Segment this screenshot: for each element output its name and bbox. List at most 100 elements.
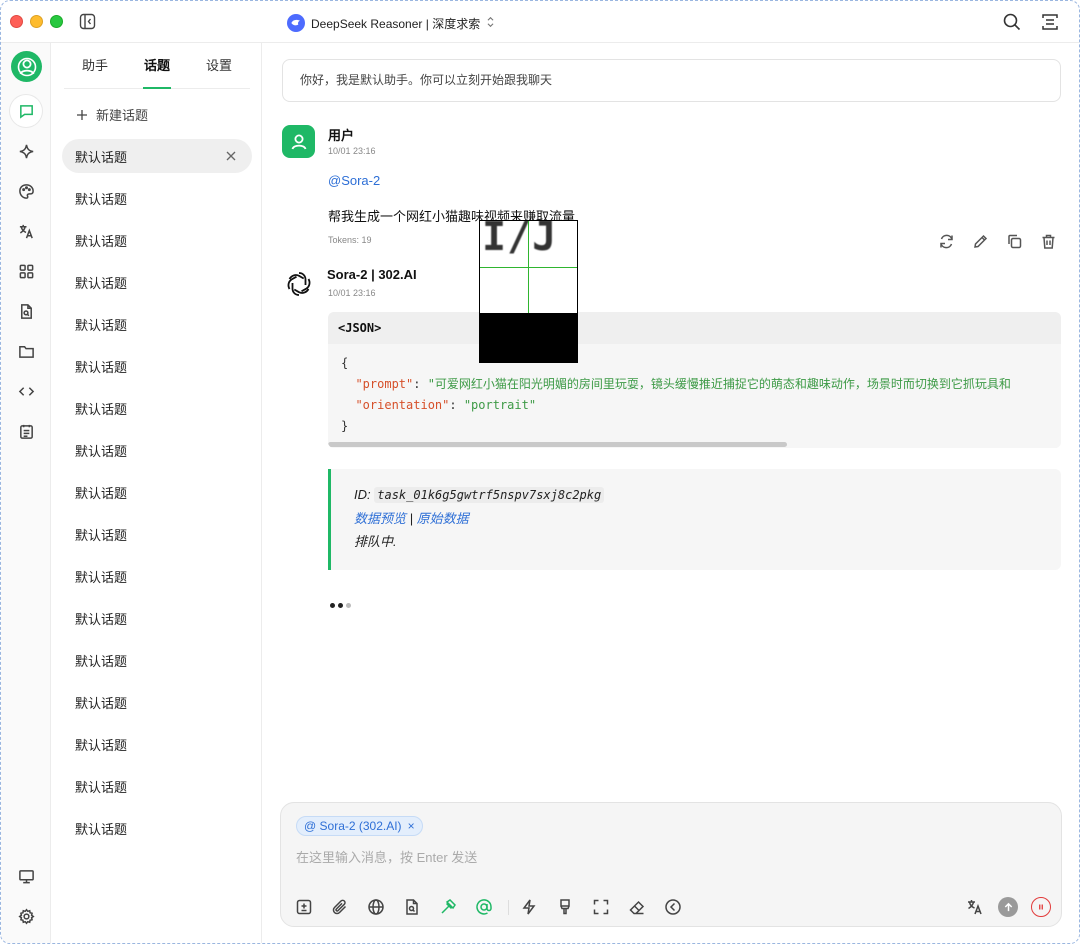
topic-item[interactable]: 默认话题 xyxy=(62,643,252,677)
task-id-line: ID: task_01k6g5gwtrf5nspv7sxj8c2pkg xyxy=(354,483,1061,507)
topic-label: 默认话题 xyxy=(75,527,128,543)
code-scrollbar[interactable] xyxy=(328,441,1061,448)
rail-code-button[interactable] xyxy=(10,375,42,407)
topic-item[interactable]: 默认话题 xyxy=(62,475,252,509)
topic-item[interactable]: 默认话题 xyxy=(62,223,252,257)
mcp-tools-button[interactable] xyxy=(438,897,458,917)
maximize-window-button[interactable] xyxy=(50,15,63,28)
code-block-body: { "prompt": "可爱网红小猫在阳光明媚的房间里玩耍，镜头缓慢推近捕捉它… xyxy=(341,356,1011,433)
topic-item[interactable]: 默认话题 xyxy=(62,685,252,719)
regenerate-button[interactable] xyxy=(938,233,955,250)
clear-input-button[interactable] xyxy=(627,897,647,917)
topic-item[interactable]: 默认话题 xyxy=(62,559,252,593)
token-count: Tokens: 19 xyxy=(328,235,372,245)
topic-item[interactable]: 默认话题 xyxy=(62,307,252,341)
topic-item[interactable]: 默认话题 xyxy=(62,181,252,215)
chat-area: 你好，我是默认助手。你可以立刻开始跟我聊天 用户 10/01 23:16 @So… xyxy=(263,43,1079,943)
topic-item[interactable]: 默认话题 xyxy=(62,517,252,551)
quick-phrases-button[interactable] xyxy=(519,897,539,917)
pencil-icon xyxy=(974,234,988,248)
mention-link[interactable]: @Sora-2 xyxy=(328,173,380,188)
globe-icon xyxy=(368,899,384,915)
user-avatar[interactable] xyxy=(11,51,42,82)
model-name: DeepSeek Reasoner | 深度求索 xyxy=(311,16,481,31)
sidebar-toggle-icon[interactable] xyxy=(79,13,96,30)
folder-icon xyxy=(18,345,34,358)
notes-icon xyxy=(19,424,33,439)
attach-button[interactable] xyxy=(330,897,350,917)
file-search-icon xyxy=(406,899,418,915)
toolbar-divider xyxy=(508,900,509,915)
fullscreen-button[interactable] xyxy=(591,897,611,917)
topic-label: 默认话题 xyxy=(75,191,128,207)
panel-layout-icon[interactable] xyxy=(1040,12,1060,32)
close-window-button[interactable] xyxy=(10,15,23,28)
rail-paint-button[interactable] xyxy=(10,175,42,207)
copy-button[interactable] xyxy=(1006,233,1023,250)
stop-generation-button[interactable] xyxy=(1031,897,1051,917)
mention-model-button[interactable] xyxy=(474,897,494,917)
code-block: <JSON> { "prompt": "可爱网红小猫在阳光明媚的房间里玩耍，镜头… xyxy=(328,312,1061,448)
topic-label: 默认话题 xyxy=(75,821,128,837)
greeting-banner: 你好，我是默认助手。你可以立刻开始跟我聊天 xyxy=(282,59,1061,102)
rail-knowledge-button[interactable] xyxy=(10,295,42,327)
tab-assistants[interactable]: 助手 xyxy=(64,43,126,88)
tab-topics[interactable]: 话题 xyxy=(126,43,188,89)
plus-icon xyxy=(77,109,87,120)
topic-item[interactable]: 默认话题 xyxy=(62,349,252,383)
topic-item[interactable]: 默认话题 xyxy=(62,601,252,635)
mention-chip[interactable]: @ Sora-2 (302.AI) × xyxy=(296,816,423,836)
topic-item[interactable]: 默认话题 xyxy=(62,769,252,803)
chip-close-icon[interactable]: × xyxy=(408,819,415,833)
code-icon xyxy=(18,386,34,396)
delete-button[interactable] xyxy=(1040,233,1057,250)
knowledge-base-button[interactable] xyxy=(402,897,422,917)
send-button[interactable] xyxy=(998,897,1018,917)
rail-translate-button[interactable] xyxy=(10,215,42,247)
magnifier-info-panel xyxy=(480,313,577,362)
minimize-window-button[interactable] xyxy=(30,15,43,28)
rail-apps-button[interactable] xyxy=(10,255,42,287)
eraser-icon xyxy=(629,900,645,915)
close-icon[interactable] xyxy=(225,150,237,162)
chevron-up-down-icon xyxy=(486,16,495,31)
search-icon[interactable] xyxy=(1002,12,1022,32)
rail-settings-button[interactable] xyxy=(10,900,42,932)
topic-item[interactable]: 默认话题 xyxy=(62,727,252,761)
pause-icon xyxy=(1039,904,1043,910)
rail-chat-button[interactable] xyxy=(10,95,42,127)
edit-button[interactable] xyxy=(972,233,989,250)
clear-topic-button[interactable] xyxy=(555,897,575,917)
magnifier-zoom-area: I/J xyxy=(480,221,577,313)
topic-item[interactable]: 默认话题 xyxy=(62,433,252,467)
topic-label: 默认话题 xyxy=(75,443,128,459)
model-selector[interactable]: DeepSeek Reasoner | 深度求索 xyxy=(287,12,495,34)
new-context-button[interactable] xyxy=(294,897,314,917)
rail-notes-button[interactable] xyxy=(10,415,42,447)
mention-chip-label: @ Sora-2 (302.AI) xyxy=(304,819,402,833)
topic-item[interactable]: 默认话题 xyxy=(62,139,252,173)
code-scrollbar-thumb[interactable] xyxy=(328,442,787,447)
sparkle-icon xyxy=(19,144,33,158)
rail-files-button[interactable] xyxy=(10,335,42,367)
raw-data-link[interactable]: 原始数据 xyxy=(417,511,469,526)
rail-display-button[interactable] xyxy=(10,860,42,892)
tab-settings[interactable]: 设置 xyxy=(188,43,250,88)
topic-label: 默认话题 xyxy=(75,359,128,375)
topic-item[interactable]: 默认话题 xyxy=(62,811,252,845)
translate-button[interactable] xyxy=(965,897,985,917)
new-topic-button[interactable]: 新建话题 xyxy=(76,105,148,124)
collapse-toolbar-button[interactable] xyxy=(663,897,683,917)
topic-item[interactable]: 默认话题 xyxy=(62,265,252,299)
topic-label: 默认话题 xyxy=(75,611,128,627)
at-sign-icon xyxy=(476,899,492,915)
rail-agents-button[interactable] xyxy=(10,135,42,167)
user-message-avatar xyxy=(282,125,315,158)
chevron-left-circle-icon xyxy=(665,899,681,915)
deepseek-logo-icon xyxy=(287,14,305,32)
web-search-button[interactable] xyxy=(366,897,386,917)
topic-item[interactable]: 默认话题 xyxy=(62,391,252,425)
data-preview-link[interactable]: 数据预览 xyxy=(354,511,406,526)
message-input[interactable] xyxy=(296,847,1036,867)
arrow-up-icon xyxy=(1004,902,1012,911)
